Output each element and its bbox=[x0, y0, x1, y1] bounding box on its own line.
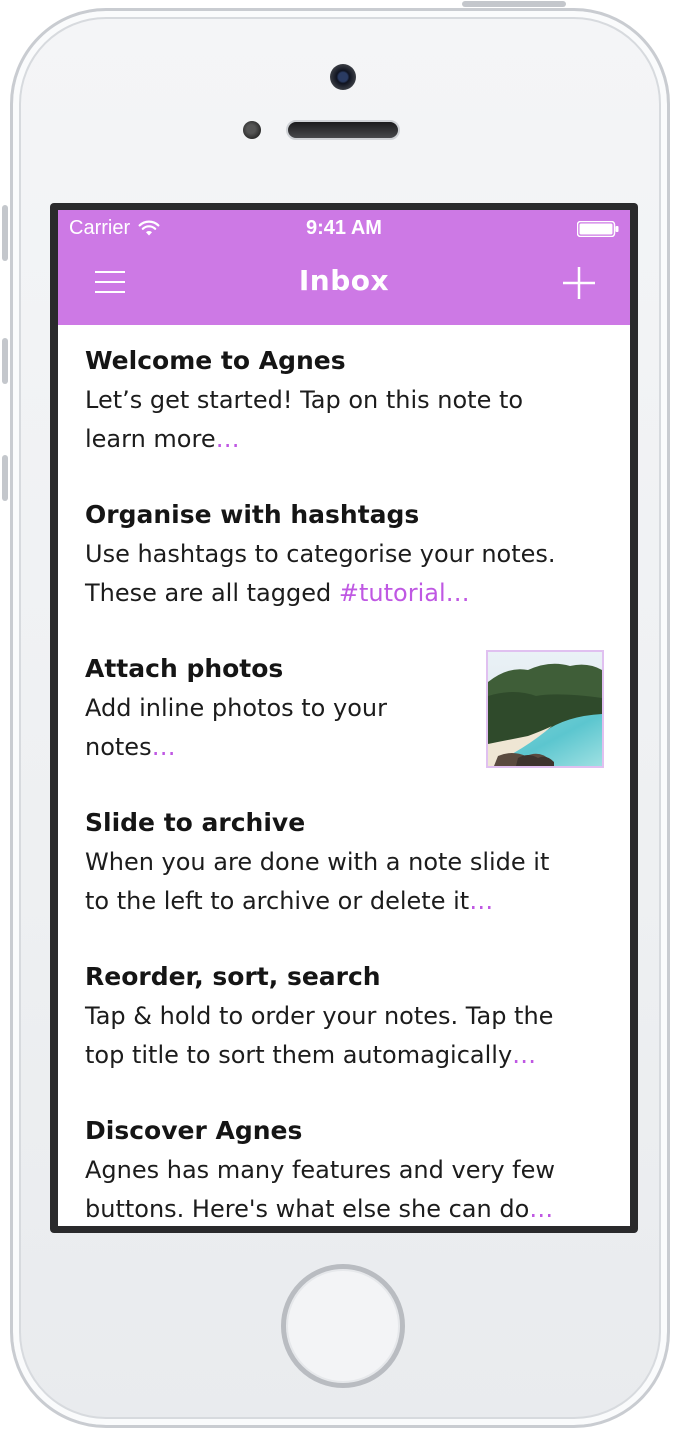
power-button bbox=[462, 1, 566, 7]
beach-photo bbox=[488, 652, 602, 766]
note-preview-line: to the left to archive or delete it bbox=[85, 887, 470, 915]
note-item[interactable]: Reorder, sort, search Tap & hold to orde… bbox=[85, 957, 605, 1075]
note-preview-line: Add inline photos to your bbox=[85, 694, 387, 722]
volume-up-button bbox=[2, 338, 8, 384]
note-title: Organise with hashtags bbox=[85, 500, 420, 529]
navigation-bar: Carrier 9:41 AM Inbox bbox=[58, 210, 630, 325]
note-preview: Add inline photos to your notes… bbox=[85, 689, 475, 767]
note-preview: Let’s get started! Tap on this note to l… bbox=[85, 381, 605, 459]
note-item[interactable]: Welcome to Agnes Let’s get started! Tap … bbox=[85, 341, 605, 459]
note-title: Discover Agnes bbox=[85, 1116, 303, 1145]
note-item[interactable]: Attach photos Add inline photos to your … bbox=[85, 649, 475, 767]
note-preview-line: top title to sort them automagically bbox=[85, 1041, 513, 1069]
more-ellipsis: … bbox=[512, 1041, 537, 1069]
proximity-sensor bbox=[243, 121, 261, 139]
battery-icon bbox=[577, 221, 619, 237]
note-item[interactable]: Slide to archive When you are done with … bbox=[85, 803, 605, 921]
note-preview-line: notes bbox=[85, 733, 152, 761]
notes-list[interactable]: Welcome to Agnes Let’s get started! Tap … bbox=[58, 325, 630, 1226]
note-preview-line: When you are done with a note slide it bbox=[85, 848, 550, 876]
status-time: 9:41 AM bbox=[306, 217, 382, 239]
page-title[interactable]: Inbox bbox=[58, 264, 630, 297]
note-item[interactable]: Discover Agnes Agnes has many features a… bbox=[85, 1111, 605, 1226]
note-title: Reorder, sort, search bbox=[85, 962, 381, 991]
note-preview-line: Let’s get started! Tap on this note to bbox=[85, 386, 524, 414]
note-preview: Tap & hold to order your notes. Tap the … bbox=[85, 997, 605, 1075]
note-item[interactable]: Organise with hashtags Use hashtags to c… bbox=[85, 495, 605, 613]
hashtag-link[interactable]: #tutorial bbox=[339, 579, 446, 607]
note-title: Slide to archive bbox=[85, 808, 306, 837]
more-ellipsis: … bbox=[469, 887, 494, 915]
plus-icon bbox=[563, 267, 595, 299]
note-preview-line: buttons. Here's what else she can do bbox=[85, 1195, 530, 1223]
note-preview-line: Use hashtags to categorise your notes. bbox=[85, 540, 556, 568]
note-preview-line: Agnes has many features and very few bbox=[85, 1156, 556, 1184]
add-note-button[interactable] bbox=[561, 265, 597, 301]
note-title: Welcome to Agnes bbox=[85, 346, 346, 375]
more-ellipsis: … bbox=[151, 733, 176, 761]
volume-down-button bbox=[2, 455, 8, 501]
note-preview-line: These are all tagged bbox=[85, 579, 339, 607]
note-photo-thumbnail[interactable] bbox=[486, 650, 604, 768]
front-camera bbox=[330, 64, 356, 90]
more-ellipsis: … bbox=[215, 425, 240, 453]
home-button[interactable] bbox=[281, 1264, 405, 1388]
note-preview: Use hashtags to categorise your notes. T… bbox=[85, 535, 605, 613]
more-ellipsis: … bbox=[445, 579, 470, 607]
note-preview-line: learn more bbox=[85, 425, 216, 453]
note-preview: Agnes has many features and very few but… bbox=[85, 1151, 605, 1226]
note-preview: When you are done with a note slide it t… bbox=[85, 843, 605, 921]
note-title: Attach photos bbox=[85, 654, 284, 683]
mute-switch bbox=[2, 205, 8, 261]
note-preview-line: Tap & hold to order your notes. Tap the bbox=[85, 1002, 554, 1030]
earpiece-speaker bbox=[286, 120, 400, 140]
app-screen: Carrier 9:41 AM Inbox Welcome to Agnes L… bbox=[58, 210, 630, 1226]
more-ellipsis: … bbox=[529, 1195, 554, 1223]
